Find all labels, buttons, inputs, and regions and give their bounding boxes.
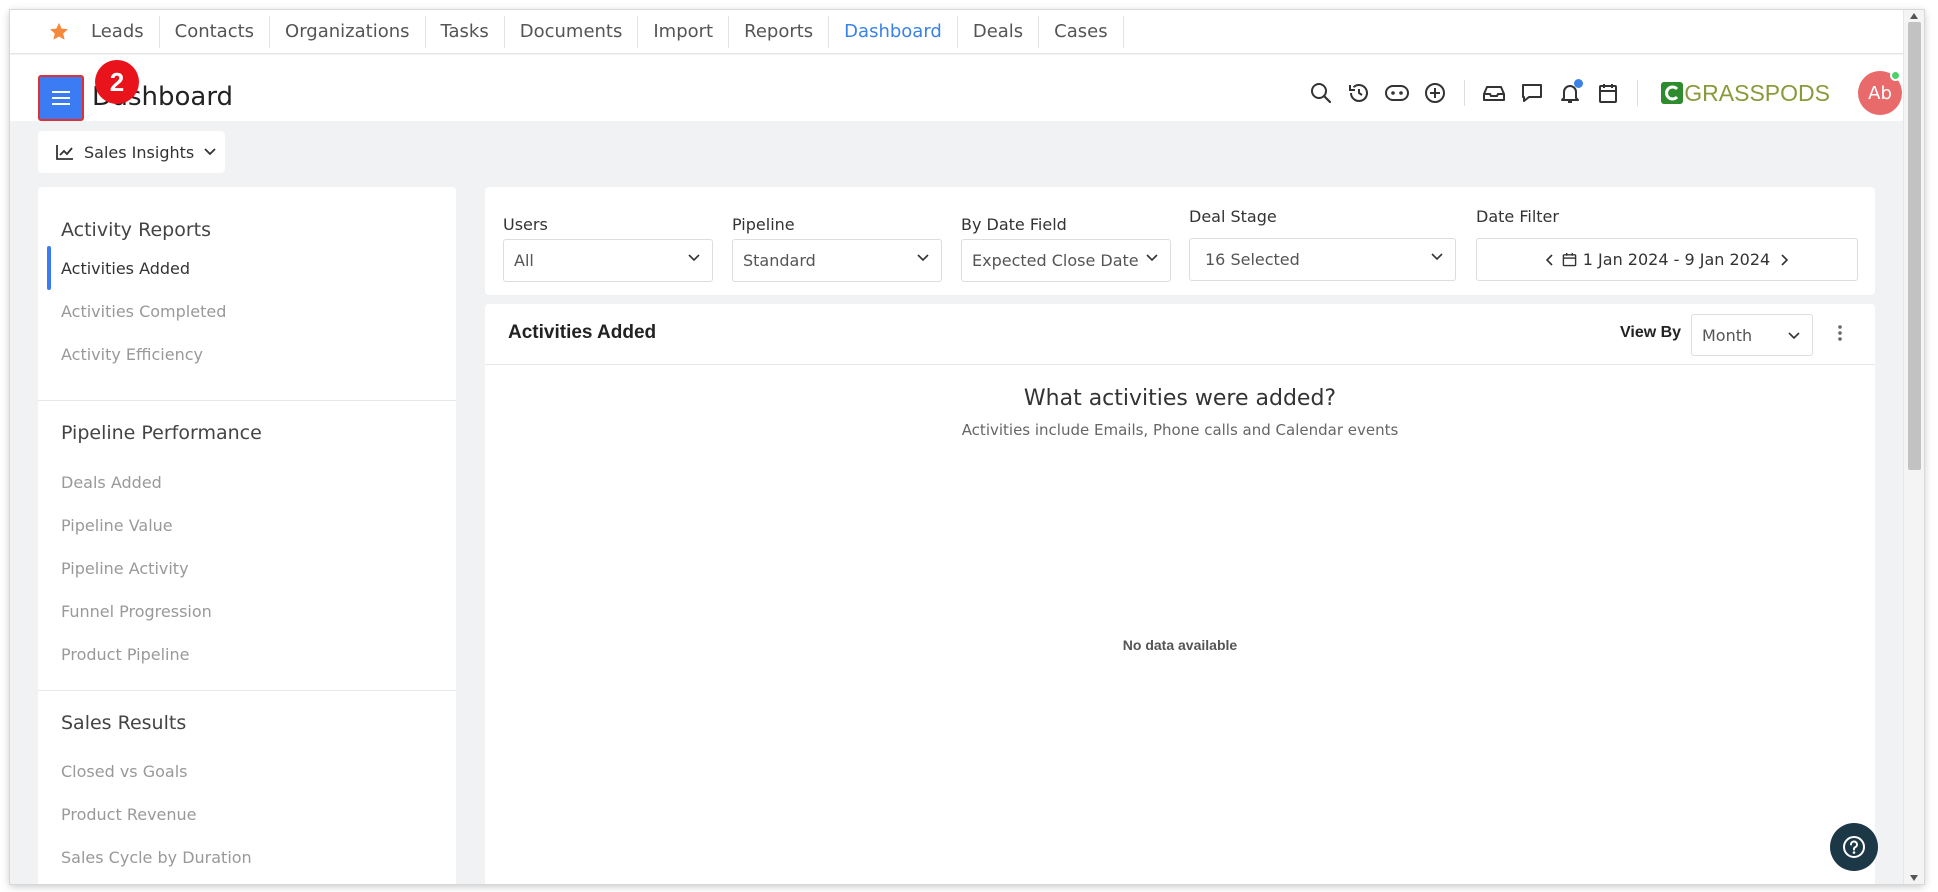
calendar-icon: [1562, 252, 1577, 267]
chevron-left-icon[interactable]: [1545, 253, 1554, 266]
page-scrollbar[interactable]: [1903, 10, 1924, 884]
empty-state-text: No data available: [1122, 637, 1238, 653]
sidebar-item-activities-added[interactable]: Activities Added: [61, 259, 190, 278]
sidebar-item-activity-efficiency[interactable]: Activity Efficiency: [61, 345, 203, 364]
card-title: Activities Added: [508, 322, 657, 343]
nav-contacts[interactable]: Contacts: [160, 15, 271, 48]
filter-bar: Users All Pipeline Standard By Date Fiel…: [485, 187, 1875, 295]
logo-text: GRASSPODS: [1684, 79, 1830, 106]
step-number-badge: 2: [95, 60, 139, 104]
chevron-down-icon: [1788, 332, 1800, 340]
section-title-sales-results: Sales Results: [61, 712, 187, 734]
pipeline-filter-label: Pipeline: [732, 215, 795, 234]
inbox-icon[interactable]: [1475, 74, 1513, 112]
nav-dashboard[interactable]: Dashboard: [829, 15, 958, 48]
deal-stage-filter-label: Deal Stage: [1189, 207, 1277, 226]
company-logo: GRASSPODS: [1660, 78, 1830, 108]
date-filter-label: Date Filter: [1476, 207, 1559, 226]
hamburger-icon: [52, 91, 70, 105]
more-options-icon[interactable]: [1835, 322, 1845, 346]
users-select-value: All: [514, 251, 534, 270]
view-by-select[interactable]: Month: [1691, 314, 1813, 356]
sidebar-item-pipeline-value[interactable]: Pipeline Value: [61, 516, 173, 535]
sidebar-item-product-revenue[interactable]: Product Revenue: [61, 805, 197, 824]
sales-insights-label: Sales Insights: [84, 142, 195, 162]
view-by-value: Month: [1702, 325, 1753, 345]
date-range-picker[interactable]: 1 Jan 2024 - 9 Jan 2024: [1476, 238, 1858, 281]
report-card: Activities Added View By Month What acti…: [485, 304, 1875, 884]
scroll-thumb[interactable]: [1908, 22, 1921, 470]
question-icon: [1843, 836, 1865, 858]
sales-insights-dropdown[interactable]: Sales Insights: [38, 131, 225, 173]
date-range-value: 1 Jan 2024 - 9 Jan 2024: [1582, 250, 1771, 269]
sidebar-item-deals-added[interactable]: Deals Added: [61, 473, 162, 492]
active-indicator: [47, 246, 51, 290]
nav-cases[interactable]: Cases: [1039, 15, 1124, 48]
pipeline-select[interactable]: Standard: [732, 239, 942, 282]
section-title-activity-reports: Activity Reports: [61, 219, 211, 241]
nav-reports[interactable]: Reports: [729, 15, 830, 48]
chart-subheading: Activities include Emails, Phone calls a…: [961, 421, 1399, 439]
scroll-up-icon[interactable]: [1909, 12, 1919, 20]
deal-stage-select[interactable]: 16 Selected: [1189, 238, 1456, 281]
chevron-down-icon: [917, 254, 929, 262]
view-by-label: View By: [1620, 324, 1682, 341]
chevron-down-icon: [204, 148, 216, 156]
top-nav: Leads Contacts Organizations Tasks Docum…: [10, 10, 1924, 54]
logo-mark-icon: [1661, 82, 1684, 104]
pipeline-select-value: Standard: [743, 251, 816, 270]
nav-organizations[interactable]: Organizations: [270, 15, 426, 48]
section-divider: [38, 690, 456, 691]
date-field-filter-label: By Date Field: [961, 215, 1067, 234]
page-header: Dashboard GRASSPODS Ab: [10, 55, 1924, 121]
users-select[interactable]: All: [503, 239, 713, 282]
chevron-right-icon[interactable]: [1780, 253, 1789, 266]
section-divider: [38, 400, 456, 401]
star-icon[interactable]: [48, 21, 70, 43]
sidebar-item-pipeline-activity[interactable]: Pipeline Activity: [61, 559, 189, 578]
chat-icon[interactable]: [1513, 74, 1551, 112]
bell-icon[interactable]: [1551, 74, 1589, 112]
nav-documents[interactable]: Documents: [505, 15, 639, 48]
help-button[interactable]: [1830, 823, 1878, 871]
chart-line-icon: [56, 145, 73, 160]
online-status-dot: [1890, 70, 1901, 81]
sidebar-item-activities-completed[interactable]: Activities Completed: [61, 302, 226, 321]
chevron-down-icon: [688, 254, 700, 262]
plus-circle-icon[interactable]: [1416, 74, 1454, 112]
app-window: Leads Contacts Organizations Tasks Docum…: [10, 10, 1924, 884]
toolbar-divider: [1464, 80, 1466, 106]
nav-deals[interactable]: Deals: [958, 15, 1040, 48]
avatar-initials: Ab: [1868, 82, 1892, 104]
bot-icon[interactable]: [1378, 74, 1416, 112]
scroll-down-icon[interactable]: [1909, 874, 1919, 882]
chevron-down-icon: [1431, 253, 1443, 261]
section-title-pipeline-performance: Pipeline Performance: [61, 422, 262, 444]
user-avatar[interactable]: Ab: [1858, 70, 1902, 115]
card-divider: [485, 364, 1875, 365]
users-filter-label: Users: [503, 215, 548, 234]
hamburger-menu-button[interactable]: [38, 75, 84, 121]
reports-sidebar: Activity Reports Activities Added Activi…: [38, 187, 456, 884]
sidebar-item-closed-vs-goals[interactable]: Closed vs Goals: [61, 762, 188, 781]
deal-stage-select-value: 16 Selected: [1205, 250, 1300, 269]
date-field-select[interactable]: Expected Close Date: [961, 239, 1171, 282]
nav-import[interactable]: Import: [638, 15, 730, 48]
sidebar-item-funnel-progression[interactable]: Funnel Progression: [61, 602, 212, 621]
header-toolbar: GRASSPODS Ab: [1302, 70, 1902, 116]
chart-heading: What activities were added?: [1023, 386, 1337, 411]
toolbar-divider: [1637, 80, 1639, 106]
calendar-icon[interactable]: [1589, 74, 1627, 112]
history-icon[interactable]: [1340, 74, 1378, 112]
sidebar-item-product-pipeline[interactable]: Product Pipeline: [61, 645, 189, 664]
sidebar-item-sales-cycle-by-duration[interactable]: Sales Cycle by Duration: [61, 848, 252, 867]
date-field-select-value: Expected Close Date: [972, 251, 1139, 270]
nav-leads[interactable]: Leads: [76, 15, 160, 48]
chevron-down-icon: [1146, 254, 1158, 262]
search-icon[interactable]: [1302, 74, 1340, 112]
nav-tasks[interactable]: Tasks: [426, 15, 505, 48]
